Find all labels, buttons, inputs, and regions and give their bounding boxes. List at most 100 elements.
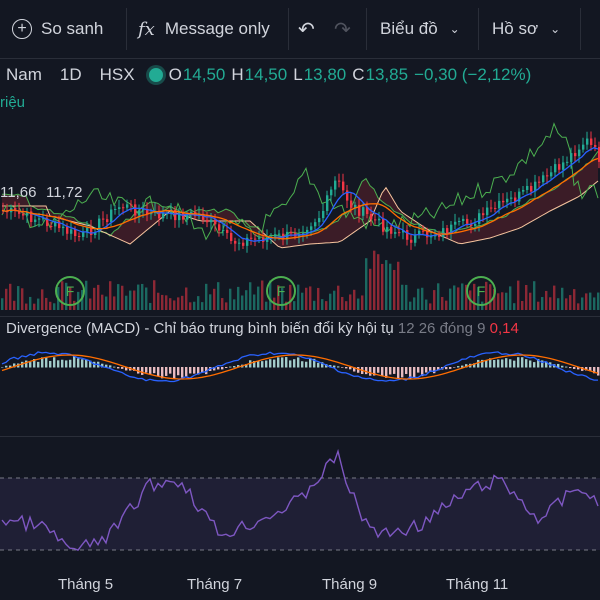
candle-body bbox=[254, 238, 257, 240]
volume-bar bbox=[289, 284, 292, 310]
macd-histogram-bar bbox=[221, 367, 224, 370]
macd-histogram-bar bbox=[289, 360, 292, 368]
volume-bar bbox=[461, 283, 464, 310]
volume-bar bbox=[5, 288, 8, 310]
market-status-icon bbox=[148, 68, 163, 82]
volume-bar bbox=[113, 296, 116, 310]
candle-body bbox=[234, 240, 237, 244]
macd-histogram-bar bbox=[69, 359, 72, 368]
interval[interactable]: 1D bbox=[60, 65, 82, 85]
macd-histogram-bar bbox=[349, 367, 352, 370]
candle-body bbox=[186, 214, 189, 220]
volume-bar bbox=[129, 290, 132, 310]
volume-bar bbox=[213, 288, 216, 310]
macd-histogram-bar bbox=[49, 360, 52, 368]
event-marker-label: F bbox=[477, 283, 486, 299]
candle-body bbox=[462, 218, 465, 221]
candle-body bbox=[242, 242, 245, 246]
event-marker-label: F bbox=[66, 283, 75, 299]
macd-histogram-bar bbox=[381, 367, 384, 376]
candle-body bbox=[482, 213, 485, 216]
volume-bar bbox=[377, 254, 380, 310]
volume-bar bbox=[505, 292, 508, 310]
volume-bar bbox=[473, 283, 476, 310]
macd-histogram-bar bbox=[113, 366, 116, 368]
volume-bar bbox=[97, 284, 100, 310]
macd-histogram-bar bbox=[157, 367, 160, 377]
pane-separator[interactable] bbox=[0, 316, 600, 317]
volume-bar bbox=[121, 285, 124, 310]
symbol-name[interactable]: Nam bbox=[6, 65, 42, 85]
candle-body bbox=[218, 224, 221, 231]
candle-body bbox=[466, 218, 469, 224]
volume-bar bbox=[249, 282, 252, 310]
close-label: C bbox=[352, 65, 365, 84]
candle-body bbox=[330, 189, 333, 196]
candle-body bbox=[582, 144, 585, 150]
candle-body bbox=[510, 197, 513, 199]
volume-bar bbox=[293, 301, 296, 310]
volume-bar bbox=[237, 286, 240, 310]
volume-bar bbox=[149, 302, 152, 310]
chart-type-label: Biểu đồ bbox=[380, 19, 438, 38]
candle-body bbox=[274, 234, 277, 237]
volume-bar bbox=[441, 296, 444, 310]
macd-histogram-bar bbox=[497, 359, 500, 368]
volume-bar bbox=[485, 281, 488, 310]
macd-histogram-bar bbox=[61, 359, 64, 368]
macd-histogram-bar bbox=[117, 367, 120, 369]
candle-body bbox=[438, 235, 441, 237]
volume-bar bbox=[357, 298, 360, 310]
macd-histogram-bar bbox=[425, 367, 428, 373]
chart-type-dropdown[interactable]: Biểu đồ ⌄ bbox=[380, 0, 460, 58]
volume-bar bbox=[457, 287, 460, 310]
candle-body bbox=[82, 232, 85, 237]
candle-body bbox=[370, 213, 373, 220]
candle-body bbox=[130, 204, 133, 206]
undo-button[interactable]: ↶ bbox=[298, 0, 315, 58]
macd-histogram-bar bbox=[233, 366, 236, 368]
volume-bar bbox=[409, 301, 412, 310]
macd-histogram-bar bbox=[181, 367, 184, 378]
candle-body bbox=[122, 207, 125, 209]
volume-bar bbox=[381, 263, 384, 310]
volume-bar bbox=[497, 293, 500, 310]
volume-bar bbox=[141, 283, 144, 310]
macd-histogram-bar bbox=[573, 367, 576, 369]
candle-body bbox=[566, 161, 569, 163]
volume-bar bbox=[345, 301, 348, 310]
candle-body bbox=[478, 213, 481, 224]
macd-histogram-bar bbox=[145, 367, 148, 373]
volume-bar bbox=[553, 285, 556, 310]
macd-histogram-bar bbox=[225, 367, 228, 369]
function-icon: fx bbox=[138, 18, 155, 40]
volume-bar bbox=[417, 288, 420, 310]
candle-body bbox=[50, 226, 53, 228]
candle-body bbox=[106, 219, 109, 223]
candle-body bbox=[558, 164, 561, 170]
redo-button[interactable]: ↷ bbox=[334, 0, 351, 58]
price-chart[interactable]: FFF bbox=[0, 0, 600, 600]
pane-separator[interactable] bbox=[0, 436, 600, 437]
redo-icon: ↷ bbox=[334, 18, 351, 41]
compare-button[interactable]: + So sanh bbox=[12, 0, 103, 58]
volume-bar bbox=[333, 290, 336, 310]
volume-bar bbox=[201, 302, 204, 310]
candle-body bbox=[554, 164, 557, 173]
candle-body bbox=[574, 153, 577, 157]
volume-bar bbox=[153, 280, 156, 310]
candle-body bbox=[210, 219, 213, 223]
indicators-button[interactable]: fx Message only bbox=[138, 0, 270, 58]
candle-body bbox=[34, 219, 37, 223]
macd-histogram-bar bbox=[265, 360, 268, 368]
x-axis-label: Tháng 9 bbox=[322, 576, 378, 593]
volume-bar bbox=[437, 283, 440, 310]
volume-bar bbox=[577, 303, 580, 310]
volume-bar bbox=[341, 296, 344, 310]
volume-bar bbox=[349, 294, 352, 310]
profile-dropdown[interactable]: Hồ sơ ⌄ bbox=[492, 0, 560, 58]
volume-bar bbox=[41, 289, 44, 310]
macd-histogram-bar bbox=[217, 367, 220, 370]
volume-bar bbox=[537, 301, 540, 310]
volume-bar bbox=[169, 298, 172, 310]
